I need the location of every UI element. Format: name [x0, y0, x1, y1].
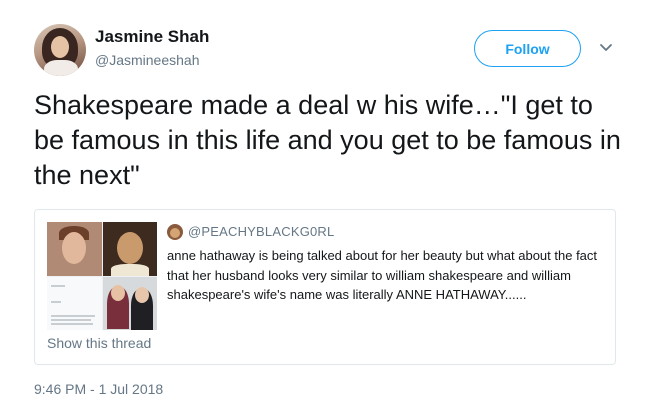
media-photo-3	[47, 277, 102, 330]
media-photo-1	[47, 222, 102, 276]
tweet-timestamp[interactable]: 9:46 PM - 1 Jul 2018	[34, 381, 163, 397]
avatar-face	[51, 36, 69, 58]
media-photo-2	[103, 222, 157, 276]
media-photo-4	[103, 277, 157, 330]
quoted-author-handle[interactable]: @PEACHYBLACKG0RL	[188, 224, 334, 239]
quoted-media[interactable]	[47, 222, 157, 330]
show-thread-link[interactable]: Show this thread	[47, 335, 151, 351]
chevron-down-icon[interactable]	[596, 40, 616, 56]
quoted-author-avatar	[167, 224, 183, 240]
author-name[interactable]: Jasmine Shah	[95, 27, 209, 47]
tweet-text: Shakespeare made a deal w his wife…"I ge…	[34, 90, 621, 190]
author-avatar[interactable]	[34, 24, 86, 76]
follow-button[interactable]: Follow	[474, 30, 581, 67]
author-handle[interactable]: @Jasmineeshah	[95, 52, 200, 68]
avatar-body	[44, 60, 78, 76]
quoted-tweet[interactable]: Show this thread @PEACHYBLACKG0RL anne h…	[34, 209, 616, 365]
quoted-text: anne hathaway is being talked about for …	[167, 248, 598, 302]
